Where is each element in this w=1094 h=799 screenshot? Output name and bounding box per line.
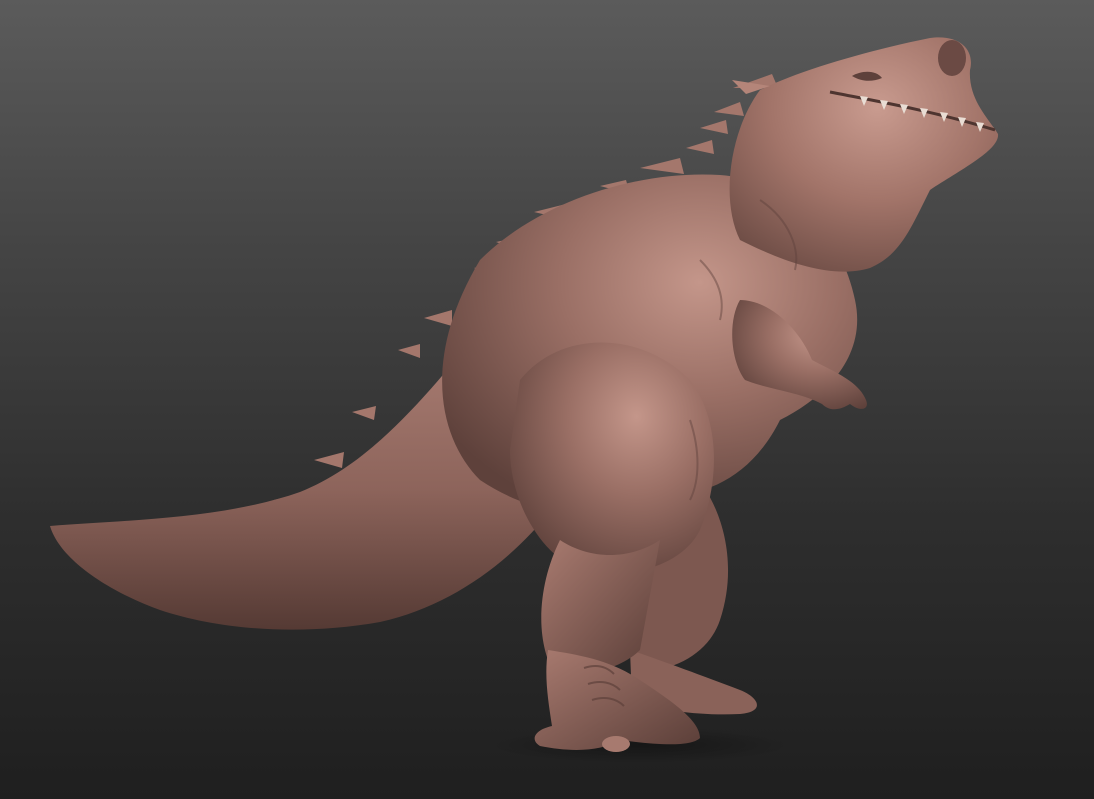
near-thigh: [510, 342, 714, 574]
sculpt-viewport[interactable]: [0, 0, 1094, 799]
nostril: [938, 40, 966, 76]
toe-claw: [602, 736, 630, 752]
dinosaur-sculpt-icon: [50, 37, 999, 763]
